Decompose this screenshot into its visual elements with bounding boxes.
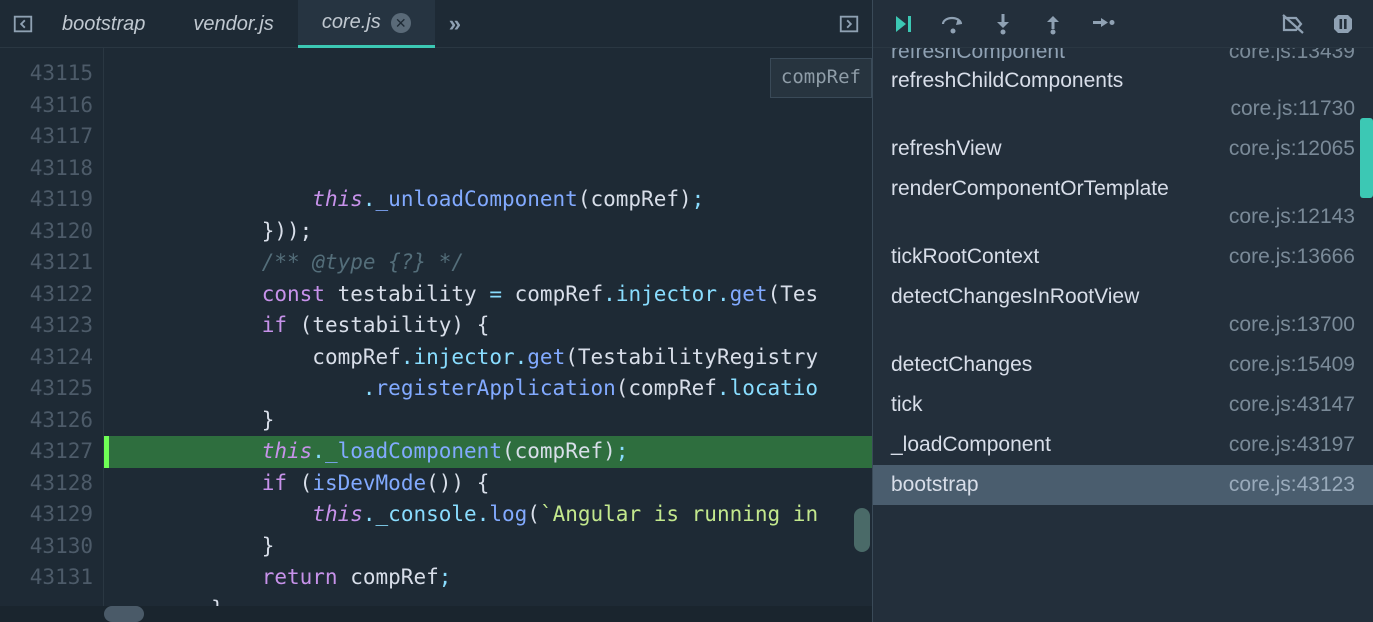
pause-button[interactable] bbox=[1329, 10, 1357, 38]
code-line[interactable]: if (testability) { bbox=[104, 310, 872, 342]
line-number: 43130 bbox=[0, 531, 93, 563]
stack-frame-partial[interactable]: refreshComponent core.js:13439 bbox=[873, 48, 1373, 61]
code-line[interactable]: this._console.log(`Angular is running in bbox=[104, 499, 872, 531]
tab-bar: bootstrap vendor.js core.js ✕ » bbox=[0, 0, 872, 48]
tab-history-forward-button[interactable] bbox=[834, 9, 864, 39]
stack-frame[interactable]: bootstrap core.js:43123 bbox=[873, 465, 1373, 505]
code-editor[interactable]: 4311543116431174311843119431204312143122… bbox=[0, 48, 872, 622]
code-content[interactable]: compRef this._unloadComponent(compRef); … bbox=[104, 48, 872, 622]
stack-frame-function: detectChanges bbox=[891, 353, 1032, 377]
step-over-button[interactable] bbox=[939, 10, 967, 38]
stack-frame-function: refreshView bbox=[891, 137, 1002, 161]
editor-pane: bootstrapvendor.jscore.js✕ » 43115431164… bbox=[0, 0, 873, 622]
stack-frame-location: core.js:12143 bbox=[891, 205, 1355, 229]
stack-frame-location: core.js:11730 bbox=[891, 97, 1355, 121]
deactivate-breakpoints-button[interactable] bbox=[1279, 10, 1307, 38]
stack-frame-location: core.js:13700 bbox=[891, 313, 1355, 337]
stack-frame-function: renderComponentOrTemplate bbox=[891, 177, 1169, 201]
tabs-overflow-button[interactable]: » bbox=[449, 11, 461, 37]
debug-toolbar bbox=[873, 0, 1373, 48]
code-line[interactable]: if (isDevMode()) { bbox=[104, 468, 872, 500]
stack-frame[interactable]: detectChangesInRootView core.js:13700 bbox=[873, 277, 1373, 345]
code-line[interactable]: })); bbox=[104, 216, 872, 248]
code-line[interactable]: /** @type {?} */ bbox=[104, 247, 872, 279]
line-number: 43121 bbox=[0, 247, 93, 279]
stack-frame[interactable]: tick core.js:43147 bbox=[873, 385, 1373, 425]
tab-label: core.js bbox=[322, 11, 381, 34]
stack-frame-function: detectChangesInRootView bbox=[891, 285, 1139, 309]
line-number: 43127 bbox=[0, 436, 93, 468]
call-stack: refreshComponent core.js:13439 refreshCh… bbox=[873, 48, 1373, 622]
step-out-button[interactable] bbox=[1039, 10, 1067, 38]
stack-frame-function: _loadComponent bbox=[891, 433, 1051, 457]
step-button[interactable] bbox=[1089, 10, 1117, 38]
line-number: 43118 bbox=[0, 153, 93, 185]
tab-label: bootstrap bbox=[62, 13, 145, 36]
stack-frame-location: core.js:15409 bbox=[1229, 353, 1355, 377]
horizontal-scrollbar-thumb[interactable] bbox=[104, 606, 144, 622]
line-number: 43126 bbox=[0, 405, 93, 437]
stack-frame-function: tick bbox=[891, 393, 923, 417]
stack-frame-location: core.js:43147 bbox=[1229, 393, 1355, 417]
stack-frame-function: tickRootContext bbox=[891, 245, 1039, 269]
line-number: 43117 bbox=[0, 121, 93, 153]
stack-frame-function: bootstrap bbox=[891, 473, 979, 497]
stack-frame-function: refreshChildComponents bbox=[891, 69, 1123, 93]
tab-bootstrap[interactable]: bootstrap bbox=[38, 0, 169, 48]
stack-frame[interactable]: detectChanges core.js:15409 bbox=[873, 345, 1373, 385]
code-line[interactable]: this._loadComponent(compRef); bbox=[104, 436, 872, 468]
line-number: 43125 bbox=[0, 373, 93, 405]
line-number-gutter: 4311543116431174311843119431204312143122… bbox=[0, 48, 104, 622]
line-number: 43120 bbox=[0, 216, 93, 248]
line-number: 43124 bbox=[0, 342, 93, 374]
tab-history-back-button[interactable] bbox=[8, 9, 38, 39]
code-line[interactable]: compRef.injector.get(TestabilityRegistry bbox=[104, 342, 872, 374]
stack-frame[interactable]: refreshChildComponents core.js:11730 bbox=[873, 61, 1373, 129]
code-line[interactable]: } bbox=[104, 405, 872, 437]
stack-frame-location: core.js:43197 bbox=[1229, 433, 1355, 457]
line-number: 43128 bbox=[0, 468, 93, 500]
line-number: 43129 bbox=[0, 499, 93, 531]
code-line[interactable]: const testability = compRef.injector.get… bbox=[104, 279, 872, 311]
resume-button[interactable] bbox=[889, 10, 917, 38]
close-icon[interactable]: ✕ bbox=[391, 13, 411, 33]
code-line[interactable]: .registerApplication(compRef.locatio bbox=[104, 373, 872, 405]
stack-frame-location: core.js:13666 bbox=[1229, 245, 1355, 269]
tab-vendor-js[interactable]: vendor.js bbox=[169, 0, 297, 48]
line-number: 43123 bbox=[0, 310, 93, 342]
overview-highlight bbox=[1360, 118, 1373, 198]
line-number: 43131 bbox=[0, 562, 93, 594]
line-number: 43115 bbox=[0, 58, 93, 90]
stack-frame-location: core.js:43123 bbox=[1229, 473, 1355, 497]
stack-frame[interactable]: tickRootContext core.js:13666 bbox=[873, 237, 1373, 277]
line-number: 43122 bbox=[0, 279, 93, 311]
stack-frame[interactable]: _loadComponent core.js:43197 bbox=[873, 425, 1373, 465]
tab-core-js[interactable]: core.js ✕ bbox=[298, 0, 435, 48]
stack-frame[interactable]: renderComponentOrTemplate core.js:12143 bbox=[873, 169, 1373, 237]
tab-label: vendor.js bbox=[193, 13, 273, 36]
code-line[interactable]: return compRef; bbox=[104, 562, 872, 594]
step-into-button[interactable] bbox=[989, 10, 1017, 38]
stack-frame-location: core.js:12065 bbox=[1229, 137, 1355, 161]
debugger-pane: refreshComponent core.js:13439 refreshCh… bbox=[873, 0, 1373, 622]
line-number: 43116 bbox=[0, 90, 93, 122]
code-line[interactable]: } bbox=[104, 531, 872, 563]
stack-frame[interactable]: refreshView core.js:12065 bbox=[873, 129, 1373, 169]
value-popup: compRef bbox=[770, 58, 872, 98]
horizontal-scrollbar[interactable] bbox=[0, 606, 872, 622]
code-line[interactable]: this._unloadComponent(compRef); bbox=[104, 184, 872, 216]
line-number: 43119 bbox=[0, 184, 93, 216]
